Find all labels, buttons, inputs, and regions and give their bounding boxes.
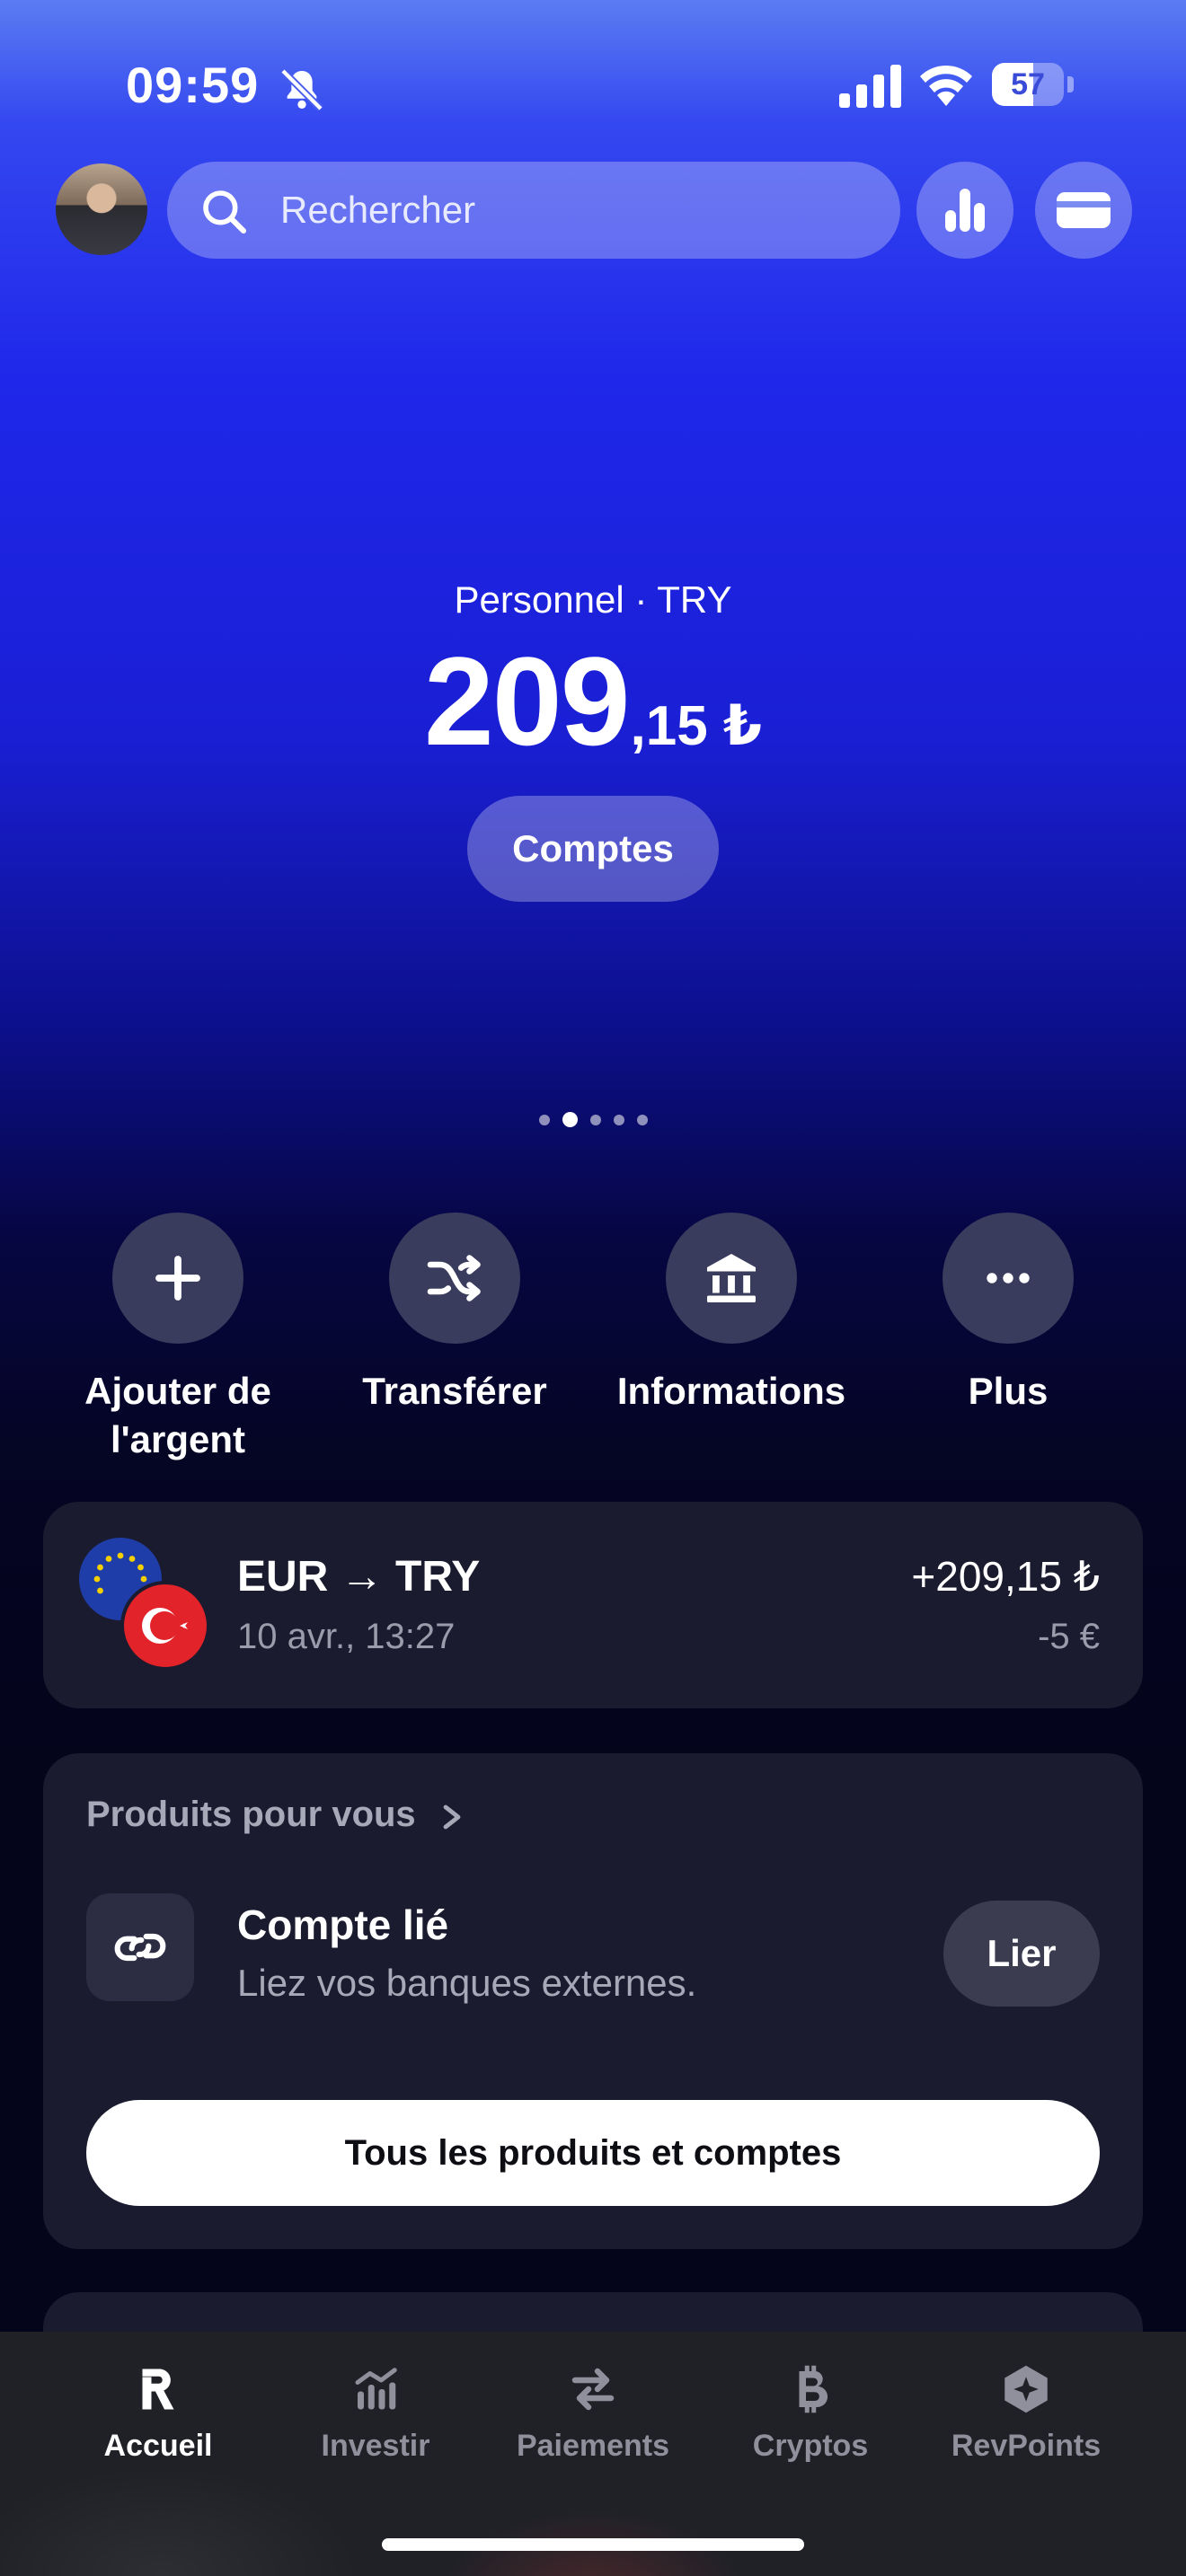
bank-icon <box>707 1254 756 1302</box>
transaction-row[interactable]: EUR → TRY 10 avr., 13:27 +209,15 ₺ -5 € <box>43 1502 1143 1708</box>
status-time: 09:59 <box>126 57 260 113</box>
bitcoin-icon <box>799 2365 828 2413</box>
tab-crypto-label: Cryptos <box>752 2429 869 2463</box>
products-card: Produits pour vous Compte lié Liez vos b… <box>43 1753 1143 2249</box>
battery-indicator: 57 <box>992 63 1075 106</box>
page-indicator[interactable] <box>0 1112 1186 1128</box>
tab-invest-label: Investir <box>321 2429 430 2463</box>
page-dot[interactable] <box>636 1114 648 1125</box>
transfer-button[interactable]: Transférer <box>320 1213 589 1416</box>
card-icon <box>1057 192 1111 228</box>
accounts-button[interactable]: Comptes <box>467 796 719 902</box>
transaction-sub-amount: -5 € <box>1038 1617 1100 1656</box>
revpoints-icon <box>1005 2365 1048 2413</box>
shuffle-icon <box>427 1255 481 1301</box>
tab-home-label: Accueil <box>103 2429 213 2463</box>
plus-icon <box>155 1256 200 1301</box>
account-label: Personnel · TRY <box>454 578 732 621</box>
transaction-date: 10 avr., 13:27 <box>237 1617 456 1656</box>
balance-decimal: ,15 ₺ <box>630 695 763 757</box>
link-button[interactable]: Lier <box>943 1901 1100 2007</box>
balance-integer: 209 <box>423 631 631 772</box>
bell-slash-icon <box>280 68 323 111</box>
information-label: Informations <box>616 1370 846 1412</box>
tab-home[interactable]: Accueil <box>50 2362 266 2464</box>
information-button[interactable]: Informations <box>597 1213 866 1416</box>
invest-icon <box>355 2368 397 2410</box>
transaction-amount: +209,15 ₺ <box>911 1553 1100 1600</box>
all-products-button[interactable]: Tous les produits et comptes <box>86 2100 1100 2206</box>
transaction-title: EUR → TRY <box>237 1553 481 1601</box>
search-bar[interactable]: Rechercher <box>167 162 900 259</box>
link-icon <box>114 1933 166 1962</box>
linked-account-title: Compte lié <box>237 1901 449 1948</box>
bar-chart-icon <box>945 189 985 232</box>
tab-revpoints-label: RevPoints <box>951 2429 1102 2463</box>
cards-button[interactable] <box>1035 162 1132 259</box>
tab-payments[interactable]: Paiements <box>485 2362 701 2464</box>
page-dot[interactable] <box>613 1114 624 1125</box>
more-icon <box>987 1273 1030 1284</box>
search-placeholder: Rechercher <box>280 189 476 231</box>
page-dot[interactable] <box>538 1114 550 1125</box>
search-icon <box>203 190 247 234</box>
balance-amount: 209,15 ₺ <box>0 629 1186 774</box>
revolut-r-icon <box>142 2369 174 2410</box>
analytics-button[interactable] <box>916 162 1013 259</box>
tab-payments-label: Paiements <box>516 2429 670 2463</box>
add-money-label: Ajouter de l'argent <box>84 1370 271 1460</box>
more-label: Plus <box>968 1370 1049 1412</box>
avatar[interactable] <box>56 163 147 255</box>
chevron-right-icon[interactable] <box>440 1804 464 1831</box>
products-title[interactable]: Produits pour vous <box>86 1795 416 1835</box>
tab-revpoints[interactable]: RevPoints <box>918 2362 1134 2464</box>
linked-account-tile <box>86 1893 194 2001</box>
wifi-icon <box>920 65 972 106</box>
add-money-button[interactable]: Ajouter de l'argent <box>43 1213 313 1464</box>
turkey-flag-icon <box>120 1581 210 1671</box>
home-indicator[interactable] <box>382 2538 804 2551</box>
cellular-signal-icon <box>839 65 901 108</box>
page-dot[interactable] <box>562 1112 578 1128</box>
more-button[interactable]: Plus <box>873 1213 1143 1416</box>
tab-invest[interactable]: Investir <box>268 2362 483 2464</box>
tab-crypto[interactable]: Cryptos <box>703 2362 918 2464</box>
linked-account-description: Liez vos banques externes. <box>237 1962 697 2004</box>
page-dot[interactable] <box>589 1114 601 1125</box>
transfer-label: Transférer <box>362 1370 547 1412</box>
payments-icon <box>571 2368 615 2411</box>
battery-percent: 57 <box>1011 67 1045 101</box>
